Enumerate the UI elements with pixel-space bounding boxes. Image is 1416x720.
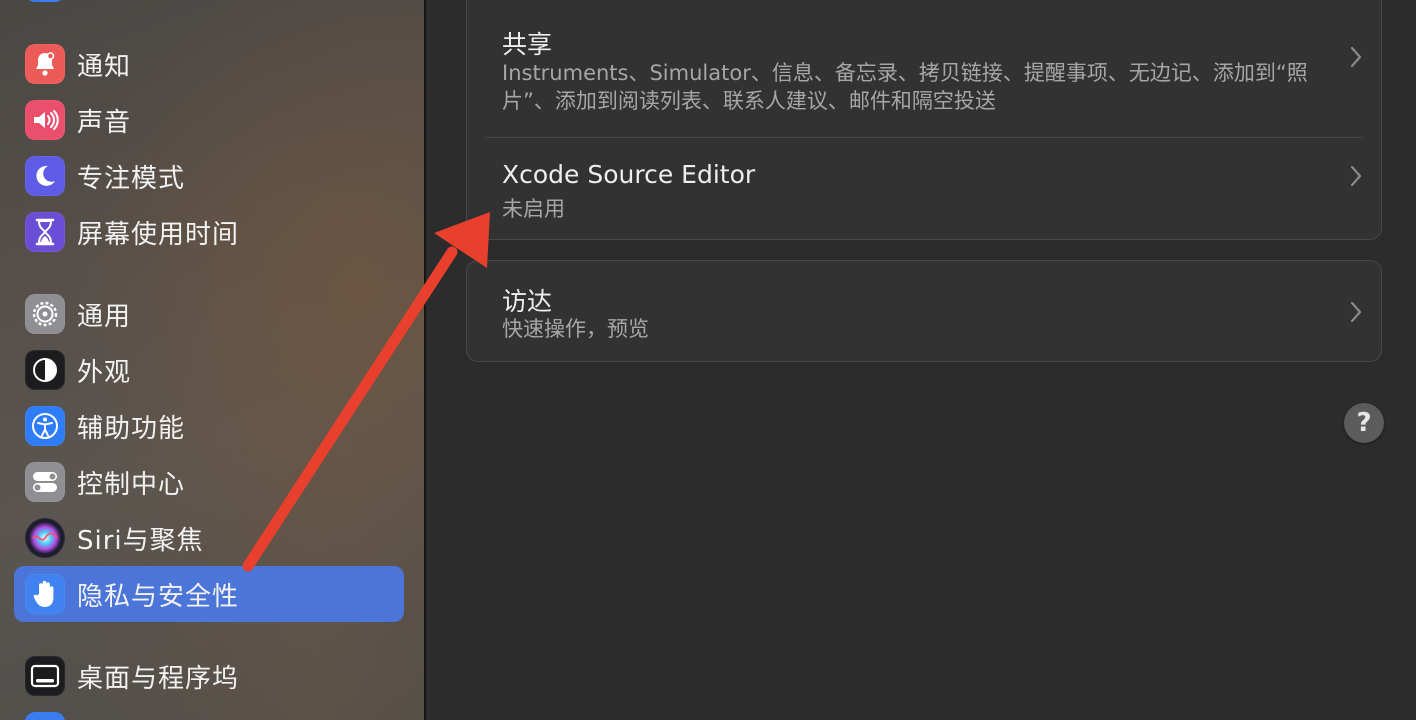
sidebar-item-label: 隐私与安全性	[77, 581, 240, 612]
sidebar-item-partial-bottom[interactable]	[25, 712, 65, 720]
row-title: 共享	[502, 30, 553, 59]
chevron-right-icon	[1350, 301, 1362, 323]
chevron-right-icon	[1350, 46, 1362, 68]
speaker-icon	[25, 100, 65, 140]
chevron-right-icon	[1350, 165, 1362, 187]
toggles-icon	[25, 462, 65, 502]
siri-icon	[25, 518, 65, 558]
extensions-group-top: 共享 Instruments、Simulator、信息、备忘录、拷贝链接、提醒事…	[466, 0, 1382, 240]
row-subtitle: 未启用	[502, 197, 565, 221]
row-subtitle: 快速操作，预览	[502, 317, 649, 341]
sidebar-item-label: 通用	[77, 301, 132, 332]
sidebar-item-label: 屏幕使用时间	[77, 219, 240, 250]
sidebar-item-appearance[interactable]: 外观	[14, 342, 404, 398]
sidebar-item-label: 外观	[77, 357, 132, 388]
sidebar-item-label: 专注模式	[77, 163, 186, 194]
row-title: 访达	[502, 287, 553, 316]
accessibility-icon	[25, 406, 65, 446]
sidebar-item-sound[interactable]: 声音	[14, 92, 404, 148]
sidebar-item-siri[interactable]: Siri与聚焦	[14, 510, 404, 566]
sidebar-item-label: 桌面与程序坞	[77, 663, 240, 694]
extensions-group-finder: 访达 快速操作，预览	[466, 260, 1382, 362]
sidebar-item-label: 辅助功能	[77, 413, 186, 444]
hand-icon	[25, 574, 65, 614]
settings-window: 通知 声音 专注模式 屏幕使用时间 通用 外观 辅助功能 控制中心 Siri与聚…	[0, 0, 1416, 720]
sidebar-item-label: 声音	[77, 107, 132, 138]
row-title: Xcode Source Editor	[502, 160, 756, 189]
sidebar-item-control-center[interactable]: 控制中心	[14, 454, 404, 510]
row-sharing[interactable]: 共享 Instruments、Simulator、信息、备忘录、拷贝链接、提醒事…	[467, 1, 1381, 137]
sidebar-item-general[interactable]: 通用	[14, 286, 404, 342]
bell-icon	[25, 44, 65, 84]
hourglass-icon	[25, 212, 65, 252]
sidebar-item-label: 通知	[77, 51, 132, 82]
sidebar-item-privacy-security[interactable]: 隐私与安全性	[14, 566, 404, 622]
main-content: 共享 Instruments、Simulator、信息、备忘录、拷贝链接、提醒事…	[426, 0, 1416, 720]
sidebar-item-desktop-dock[interactable]: 桌面与程序坞	[14, 648, 404, 704]
gear-icon	[25, 294, 65, 334]
dock-icon	[25, 656, 65, 696]
sidebar-item-accessibility[interactable]: 辅助功能	[14, 398, 404, 454]
sidebar-item-partial-top[interactable]	[25, 0, 65, 2]
moon-icon	[25, 156, 65, 196]
row-finder[interactable]: 访达 快速操作，预览	[467, 261, 1381, 363]
sidebar-item-label: Siri与聚焦	[77, 525, 204, 556]
sidebar: 通知 声音 专注模式 屏幕使用时间 通用 外观 辅助功能 控制中心 Siri与聚…	[0, 0, 424, 720]
appearance-icon	[25, 350, 65, 390]
sidebar-item-screen-time[interactable]: 屏幕使用时间	[14, 204, 404, 260]
help-button[interactable]: ?	[1344, 403, 1384, 443]
sidebar-item-notifications[interactable]: 通知	[14, 36, 404, 92]
row-subtitle: Instruments、Simulator、信息、备忘录、拷贝链接、提醒事项、无…	[502, 61, 1308, 113]
row-xcode-source-editor[interactable]: Xcode Source Editor 未启用	[467, 138, 1381, 240]
sidebar-item-label: 控制中心	[77, 469, 186, 500]
sidebar-item-focus[interactable]: 专注模式	[14, 148, 404, 204]
